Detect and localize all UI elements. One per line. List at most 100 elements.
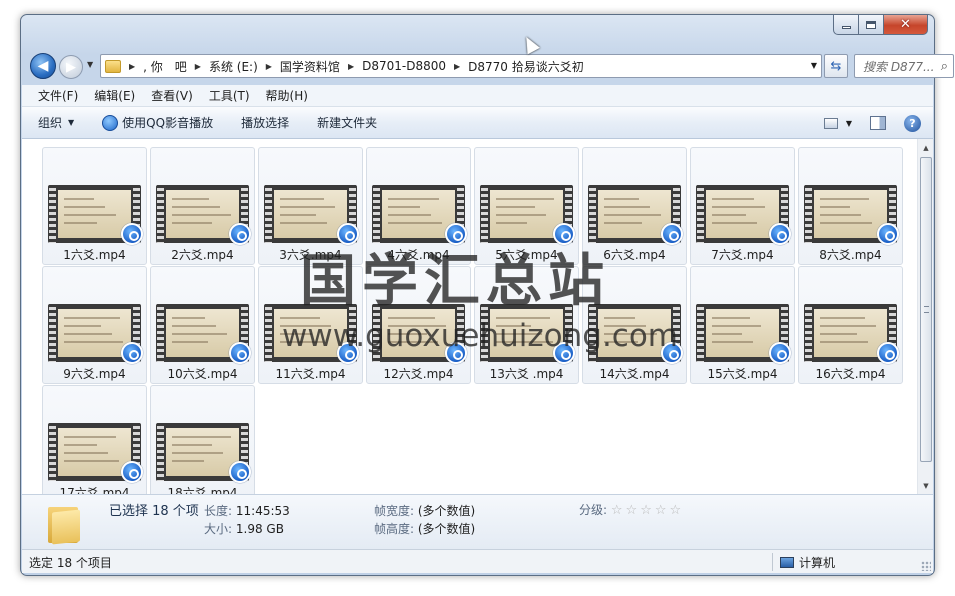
thumbnail-text-line xyxy=(604,317,635,319)
play-selection-button[interactable]: 播放选择 xyxy=(241,114,289,131)
file-item[interactable]: 12六爻.mp4 xyxy=(366,266,471,384)
menu-bar: 文件(F) 编辑(E) 查看(V) 工具(T) 帮助(H) xyxy=(22,85,933,107)
maximize-button[interactable] xyxy=(859,15,884,35)
vertical-scrollbar[interactable]: ▲ ▼ xyxy=(917,139,933,494)
qq-play-button[interactable]: 使用QQ影音播放 xyxy=(102,114,213,131)
star-icon[interactable]: ☆ xyxy=(611,503,623,518)
chevron-right-icon[interactable]: ▶ xyxy=(129,62,135,71)
thumbnail-text-line xyxy=(172,452,223,454)
change-view-icon[interactable] xyxy=(823,117,838,129)
scroll-down-icon[interactable]: ▼ xyxy=(918,477,933,494)
thumbnail-frame xyxy=(274,190,347,238)
star-icon[interactable]: ☆ xyxy=(626,503,638,518)
qq-video-badge-icon xyxy=(877,342,899,364)
rating-label: 分级: xyxy=(579,503,608,517)
thumbnail-text-line xyxy=(64,452,108,454)
thumbnail-text-line xyxy=(496,222,527,224)
thumbnail-text-line xyxy=(712,333,742,335)
thumbnail-text-line xyxy=(280,198,324,200)
back-button[interactable]: ◀ xyxy=(30,53,56,79)
organize-label: 组织 xyxy=(38,116,63,130)
status-location: 计算机 xyxy=(780,554,835,571)
thumbnail-text-line xyxy=(604,222,642,224)
new-folder-button[interactable]: 新建文件夹 xyxy=(317,114,377,131)
resize-grip-icon[interactable] xyxy=(921,561,931,571)
breadcrumb-item[interactable]: , 你 吧 xyxy=(143,58,187,75)
organize-button[interactable]: 组织 ▼ xyxy=(38,114,74,131)
thumbnail-text-line xyxy=(496,333,542,335)
file-item[interactable]: 6六爻.mp4 xyxy=(582,147,687,265)
chevron-right-icon[interactable]: ▶ xyxy=(348,62,354,71)
menu-file[interactable]: 文件(F) xyxy=(38,87,78,104)
breadcrumb-item-current[interactable]: D8770 拾易谈六爻初 xyxy=(468,58,584,75)
view-options-dropdown-icon[interactable]: ▼ xyxy=(846,119,852,128)
star-icon[interactable]: ☆ xyxy=(655,503,667,518)
recent-pages-dropdown-icon[interactable]: ▼ xyxy=(87,60,93,69)
file-name: 3六爻.mp4 xyxy=(279,248,342,262)
file-name: 18六爻.mp4 xyxy=(167,486,238,494)
file-item[interactable]: 1六爻.mp4 xyxy=(42,147,147,265)
qq-video-badge-icon xyxy=(661,342,683,364)
scroll-thumb[interactable] xyxy=(920,157,932,462)
file-item[interactable]: 2六爻.mp4 xyxy=(150,147,255,265)
file-item[interactable]: 15六爻.mp4 xyxy=(690,266,795,384)
forward-button[interactable]: ▶ xyxy=(59,55,83,79)
breadcrumb-item[interactable]: D8701-D8800 xyxy=(362,59,446,73)
thumbnail-text-line xyxy=(388,341,438,343)
thumbnail-frame xyxy=(490,309,563,357)
refresh-button[interactable]: ⇆ xyxy=(824,54,848,78)
file-name: 1六爻.mp4 xyxy=(63,248,126,262)
menu-help[interactable]: 帮助(H) xyxy=(266,87,308,104)
menu-edit[interactable]: 编辑(E) xyxy=(94,87,135,104)
menu-view[interactable]: 查看(V) xyxy=(151,87,193,104)
thumbnail-text-line xyxy=(64,333,112,335)
chevron-right-icon[interactable]: ▶ xyxy=(454,62,460,71)
length-label: 长度: xyxy=(204,504,233,518)
breadcrumb-item[interactable]: 国学资料馆 xyxy=(280,58,340,75)
file-item[interactable]: 4六爻.mp4 xyxy=(366,147,471,265)
thumbnail-frame xyxy=(274,309,347,357)
file-item[interactable]: 9六爻.mp4 xyxy=(42,266,147,384)
close-button[interactable]: ✕ xyxy=(884,15,928,35)
file-item[interactable]: 7六爻.mp4 xyxy=(690,147,795,265)
file-item[interactable]: 18六爻.mp4 xyxy=(150,385,255,494)
address-dropdown-icon[interactable]: ▼ xyxy=(811,61,817,70)
thumbnail-text-line xyxy=(172,222,212,224)
star-icon[interactable]: ☆ xyxy=(670,503,682,518)
search-icon[interactable]: ⌕ xyxy=(941,59,948,74)
length-field: 长度: 11:45:53 xyxy=(204,502,290,519)
star-icon[interactable]: ☆ xyxy=(640,503,652,518)
minimize-button[interactable] xyxy=(833,15,859,35)
help-icon[interactable]: ? xyxy=(904,114,921,132)
preview-pane-icon[interactable] xyxy=(870,116,886,130)
thumbnail-text-line xyxy=(280,206,335,208)
file-item[interactable]: 5六爻.mp4 xyxy=(474,147,579,265)
chevron-right-icon[interactable]: ▶ xyxy=(266,62,272,71)
address-bar[interactable]: ▶ , 你 吧 ▶ 系统 (E:) ▶ 国学资料馆 ▶ D8701-D8800 … xyxy=(100,54,822,78)
file-item[interactable]: 10六爻.mp4 xyxy=(150,266,255,384)
file-item[interactable]: 14六爻.mp4 xyxy=(582,266,687,384)
scroll-up-icon[interactable]: ▲ xyxy=(918,139,933,156)
breadcrumb-item[interactable]: 系统 (E:) xyxy=(209,58,258,75)
file-item[interactable]: 16六爻.mp4 xyxy=(798,266,903,384)
thumbnail-text-line xyxy=(388,198,439,200)
file-item[interactable]: 13六爻 .mp4 xyxy=(474,266,579,384)
file-item[interactable]: 17六爻.mp4 xyxy=(42,385,147,494)
file-name: 6六爻.mp4 xyxy=(603,248,666,262)
thumbnail-text-line xyxy=(712,341,753,343)
size-value: 1.98 GB xyxy=(235,522,284,536)
status-divider xyxy=(772,553,773,571)
chevron-right-icon[interactable]: ▶ xyxy=(195,62,201,71)
search-input[interactable]: 搜索 D877... ⌕ xyxy=(854,54,954,78)
length-value: 11:45:53 xyxy=(235,504,290,518)
file-name: 13六爻 .mp4 xyxy=(489,367,564,381)
file-item[interactable]: 3六爻.mp4 xyxy=(258,147,363,265)
thumbnail-text-line xyxy=(172,444,212,446)
file-item[interactable]: 11六爻.mp4 xyxy=(258,266,363,384)
rating-stars[interactable]: ☆ ☆ ☆ ☆ ☆ xyxy=(611,503,684,518)
menu-tools[interactable]: 工具(T) xyxy=(209,87,250,104)
file-name: 9六爻.mp4 xyxy=(63,367,126,381)
grip-icon xyxy=(924,306,929,313)
new-folder-label: 新建文件夹 xyxy=(317,116,378,130)
file-item[interactable]: 8六爻.mp4 xyxy=(798,147,903,265)
